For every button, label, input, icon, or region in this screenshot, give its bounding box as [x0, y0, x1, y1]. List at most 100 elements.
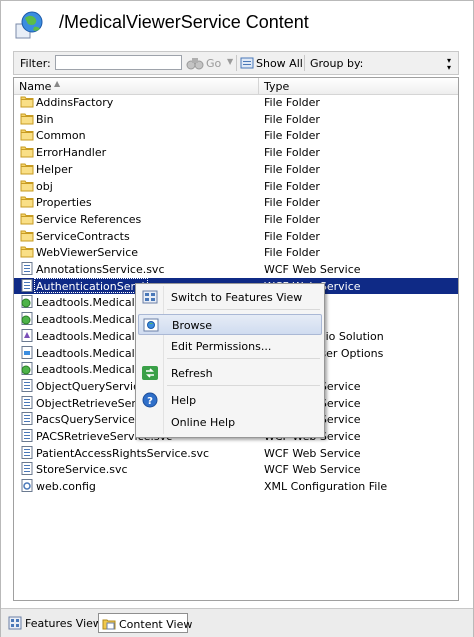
menu-item-edit-permissions[interactable]: Edit Permissions...: [138, 336, 322, 357]
go-label: Go: [206, 57, 222, 70]
row-name: web.config: [36, 480, 96, 494]
table-row[interactable]: ServiceContracts File Folder: [14, 228, 458, 244]
features-view-icon: [8, 616, 22, 630]
folder-icon: [20, 96, 34, 108]
row-name: WebViewerService: [36, 246, 139, 260]
row-name: Helper: [36, 162, 73, 176]
row-type: WCF Web Service: [264, 463, 361, 477]
row-type: File Folder: [264, 246, 320, 260]
svc-file-icon: [21, 462, 33, 476]
row-name: PatientAccessRightsService.svc: [36, 446, 210, 460]
svc-file-icon: [21, 378, 33, 392]
column-header: Name ▲ Type: [14, 78, 458, 95]
table-row[interactable]: PatientAccessRightsService.svc WCF Web Se…: [14, 445, 458, 461]
context-menu: Switch to Features View Browse Edit Permis…: [135, 283, 325, 438]
row-name: ErrorHandler: [36, 146, 107, 160]
folder-icon: [20, 146, 34, 158]
folder-icon: [20, 129, 34, 141]
row-name: StoreService.svc: [36, 463, 128, 477]
svc-file-icon: [21, 429, 33, 442]
page-header: /MedicalViewerService Content: [1, 1, 473, 51]
project-file-icon: [21, 295, 33, 309]
row-name: Common: [36, 129, 86, 143]
menu-item-online-help[interactable]: Online Help: [138, 412, 322, 433]
group-by-label[interactable]: Group by:: [310, 57, 363, 70]
menu-item-refresh[interactable]: Refresh: [138, 363, 322, 384]
go-button[interactable]: Go: [186, 55, 226, 71]
features-view-icon: [142, 290, 158, 304]
row-name: Service References: [36, 212, 142, 226]
table-row[interactable]: AddinsFactory File Folder: [14, 94, 458, 110]
table-row[interactable]: AnnotationsService.svc WCF Web Service: [14, 261, 458, 277]
project-file-icon: [21, 312, 33, 326]
toolbar-overflow-icon[interactable]: ▾ ▾: [447, 57, 455, 72]
menu-item-label: Help: [171, 394, 197, 407]
folder-icon: [20, 246, 34, 258]
table-row[interactable]: Bin File Folder: [14, 111, 458, 127]
table-row[interactable]: ErrorHandler File Folder: [14, 144, 458, 160]
row-type: File Folder: [264, 229, 320, 243]
table-row[interactable]: Service References File Folder: [14, 211, 458, 227]
column-divider[interactable]: [258, 78, 259, 94]
row-type: File Folder: [264, 212, 320, 226]
folder-icon: [20, 113, 34, 125]
menu-item-label: Browse: [172, 319, 213, 332]
content-toolbar: Filter: Go ▼ Show All Group by: ▾ ▾: [13, 51, 459, 75]
row-name: AddinsFactory: [36, 96, 114, 109]
globe-icon: [15, 11, 43, 39]
table-row[interactable]: Properties File Folder: [14, 194, 458, 210]
menu-item-browse[interactable]: Browse: [138, 314, 322, 335]
menu-separator: [167, 358, 320, 359]
project-file-icon: [21, 362, 33, 376]
folder-icon: [20, 230, 34, 242]
filter-label: Filter:: [20, 57, 51, 70]
row-name: AnnotationsService.svc: [36, 263, 165, 276]
generic-file-icon: [21, 345, 33, 359]
row-type: File Folder: [264, 146, 320, 160]
column-type[interactable]: Type: [264, 80, 289, 93]
row-type: XML Configuration File: [264, 480, 388, 494]
refresh-icon: [142, 366, 158, 380]
folder-icon: [20, 163, 34, 175]
row-type: File Folder: [264, 162, 320, 176]
row-type: WCF Web Service: [264, 263, 361, 276]
folder-icon: [20, 196, 34, 208]
table-row[interactable]: Common File Folder: [14, 127, 458, 143]
row-name: Properties: [36, 196, 92, 210]
svg-text:?: ?: [147, 396, 153, 407]
table-row[interactable]: WebViewerService File Folder: [14, 244, 458, 260]
browse-icon: [143, 318, 159, 332]
svc-file-icon: [21, 412, 33, 426]
sort-ascending-icon: ▲: [54, 79, 61, 88]
view-switcher-bar: Features View Content View: [1, 608, 473, 637]
folder-icon: [20, 213, 34, 225]
svc-file-icon: [21, 278, 33, 292]
svc-file-icon: [21, 262, 33, 275]
content-view-icon: [102, 619, 116, 630]
column-name[interactable]: Name: [19, 80, 51, 93]
table-row[interactable]: obj File Folder: [14, 178, 458, 194]
row-type: File Folder: [264, 196, 320, 210]
table-row[interactable]: Helper File Folder: [14, 161, 458, 177]
menu-separator: [167, 385, 320, 386]
tab-label: Features View: [25, 617, 102, 630]
row-type: File Folder: [264, 179, 320, 193]
menu-item-label: Online Help: [171, 416, 236, 429]
row-type: WCF Web Service: [264, 446, 361, 460]
table-row[interactable]: web.config XML Configuration File: [14, 478, 458, 494]
table-row[interactable]: StoreService.svc WCF Web Service: [14, 461, 458, 477]
folder-icon: [20, 180, 34, 191]
menu-item-switch-to-features-view[interactable]: Switch to Features View: [138, 287, 322, 308]
menu-item-label: Edit Permissions...: [171, 340, 272, 353]
tab-features-view[interactable]: Features View: [5, 613, 102, 633]
row-name: obj: [36, 179, 53, 193]
go-dropdown-icon[interactable]: ▼: [227, 57, 233, 66]
tab-content-view[interactable]: Content View: [98, 613, 192, 633]
toolbar-separator: [304, 55, 305, 71]
binoculars-icon: [186, 58, 204, 70]
menu-item-label: Refresh: [171, 367, 213, 380]
menu-item-help[interactable]: ? Help: [138, 390, 322, 411]
svc-file-icon: [21, 395, 33, 409]
svc-file-icon: [21, 445, 33, 459]
filter-input[interactable]: [55, 55, 182, 70]
